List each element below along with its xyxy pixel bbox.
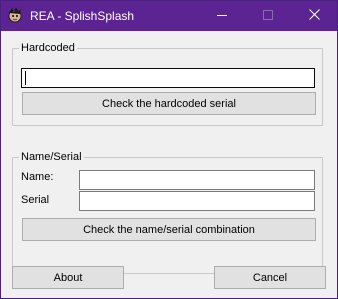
serial-input[interactable] [79, 191, 315, 211]
check-hardcoded-button[interactable]: Check the hardcoded serial [22, 92, 316, 115]
name-input[interactable] [79, 170, 315, 190]
cancel-button[interactable]: Cancel [214, 266, 326, 289]
check-name-serial-button[interactable]: Check the name/serial combination [22, 218, 316, 241]
window-title: REA - SplishSplash [30, 9, 135, 23]
close-icon [308, 9, 320, 23]
hardcoded-serial-input[interactable] [21, 68, 315, 88]
serial-label: Serial [21, 194, 50, 206]
hardcoded-group-label: Hardcoded [19, 41, 77, 55]
minimize-icon [217, 10, 227, 23]
close-button[interactable] [291, 1, 337, 31]
title-bar[interactable]: REA - SplishSplash [1, 1, 337, 31]
app-icon [7, 7, 23, 23]
app-window: REA - SplishSplash Hardcoded Check the h… [0, 0, 338, 299]
hardcoded-group: Hardcoded Check the hardcoded serial [12, 41, 323, 126]
minimize-button[interactable] [199, 1, 245, 31]
maximize-button[interactable] [245, 1, 291, 31]
maximize-icon [263, 9, 273, 23]
about-button[interactable]: About [12, 266, 124, 289]
name-label: Name: [21, 171, 54, 183]
name-serial-group: Name/Serial Name: Serial Check the name/… [12, 150, 323, 274]
dialog-body: Hardcoded Check the hardcoded serial Nam… [1, 31, 337, 299]
name-serial-group-label: Name/Serial [19, 150, 84, 164]
text-caret [25, 71, 26, 85]
